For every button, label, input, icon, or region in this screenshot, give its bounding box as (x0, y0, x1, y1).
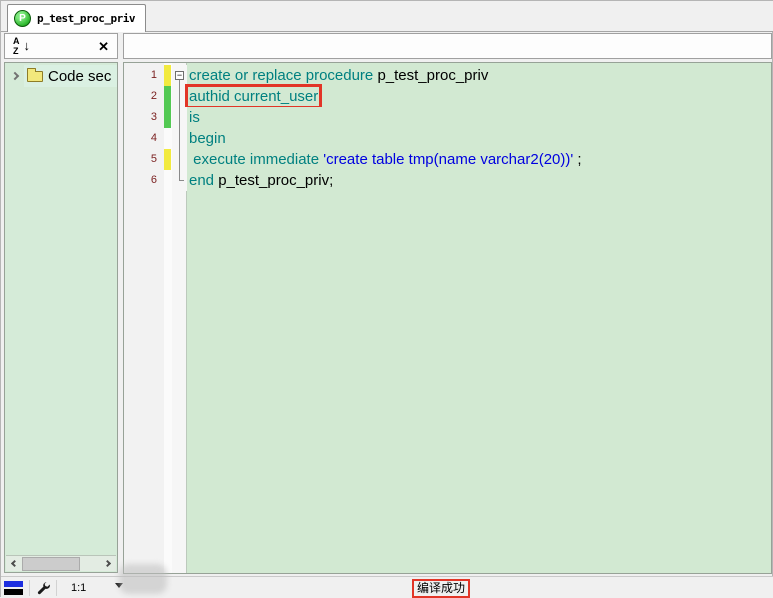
scrollbar-thumb[interactable] (22, 557, 80, 571)
code-line: 2 authid current_user (124, 84, 771, 109)
code-text[interactable]: end p_test_proc_priv; (187, 170, 771, 191)
code-text[interactable]: authid current_user (184, 84, 771, 109)
code-segment-keyword: begin (189, 130, 226, 147)
scroll-left-button[interactable] (6, 556, 21, 571)
tree-item-code-sections[interactable]: Code sec (5, 65, 117, 87)
code-text[interactable]: execute immediate 'create table tmp(name… (187, 149, 771, 170)
line-number: 4 (124, 128, 164, 149)
change-bar (164, 65, 172, 86)
scroll-right-button[interactable] (101, 556, 116, 571)
editor-toolbar-empty (123, 33, 772, 59)
procedure-icon: P (14, 10, 31, 27)
code-text[interactable]: create or replace procedure p_test_proc_… (187, 65, 771, 86)
wrench-icon[interactable] (36, 581, 50, 595)
code-segment-plain: p_test_proc_priv; (214, 172, 334, 189)
tree-item-label: Code sec (48, 67, 112, 85)
compiler-flag-icon[interactable] (4, 580, 23, 595)
change-bar (164, 170, 172, 191)
horizontal-scrollbar[interactable] (6, 555, 116, 571)
code-segment-keyword: authid current_user (189, 88, 319, 105)
code-line: 5 execute immediate 'create table tmp(na… (124, 149, 771, 170)
sort-letter-z: Z (13, 46, 19, 56)
fold-guide-end (179, 180, 184, 181)
chevron-right-icon[interactable] (10, 71, 20, 81)
code-segment-keyword: create or replace procedure (189, 67, 378, 84)
change-bar (164, 86, 172, 107)
red-annotation-box: authid current_user (184, 84, 323, 109)
code-line: 3 is (124, 107, 771, 128)
code-segment-string: 'create table tmp(name varchar2(20))' (323, 151, 574, 168)
code-text[interactable]: is (187, 107, 771, 128)
code-segment-keyword: is (189, 109, 200, 126)
close-icon[interactable]: ✕ (98, 40, 109, 53)
change-bar (164, 107, 172, 128)
statusbar-separator (56, 579, 57, 596)
statusbar-separator (29, 579, 30, 596)
code-text[interactable]: begin (187, 128, 771, 149)
code-line: 4 begin (124, 128, 771, 149)
zoom-level: 1:1 (71, 581, 87, 594)
blur-artifact (119, 564, 167, 594)
plsql-developer-window: { "tab": { "title": "p_test_proc_priv", … (0, 0, 773, 598)
code-browser-panel: Code sec (4, 62, 118, 573)
tab-title: p_test_proc_priv (37, 12, 135, 25)
line-number: 6 (124, 170, 164, 191)
fold-guide-line (179, 80, 180, 180)
line-number: 2 (124, 86, 164, 107)
line-number: 1 (124, 65, 164, 86)
code-line: 6 end p_test_proc_priv; (124, 170, 771, 191)
code-editor[interactable]: 1 create or replace procedure p_test_proc… (123, 62, 772, 574)
sort-az-icon[interactable]: A Z ↓ (13, 36, 31, 56)
sort-arrow: ↓ (23, 38, 31, 53)
change-bar (164, 128, 172, 149)
line-number: 3 (124, 107, 164, 128)
code-segment-plain: p_test_proc_priv (377, 67, 489, 84)
code-segment-keyword: execute immediate (189, 151, 324, 168)
folder-icon (27, 67, 43, 82)
line-number: 5 (124, 149, 164, 170)
code-line: 1 create or replace procedure p_test_proc… (124, 65, 771, 86)
editor-rows: 1 create or replace procedure p_test_proc… (124, 65, 771, 191)
change-bar (164, 149, 172, 170)
code-segment-plain: ; (573, 151, 582, 168)
fold-collapse-icon[interactable]: − (175, 71, 184, 80)
tree-item-body[interactable]: Code sec (24, 65, 117, 87)
status-bar: 1:1 编译成功 (1, 564, 773, 598)
tab-p-test-proc-priv[interactable]: P p_test_proc_priv (7, 4, 146, 32)
compile-status-message: 编译成功 (412, 579, 471, 598)
tab-strip: P p_test_proc_priv (1, 1, 773, 32)
code-segment-keyword: end (189, 172, 215, 189)
sort-letter-a: A (13, 36, 20, 46)
browser-toolbar: A Z ↓ ✕ (4, 33, 118, 59)
